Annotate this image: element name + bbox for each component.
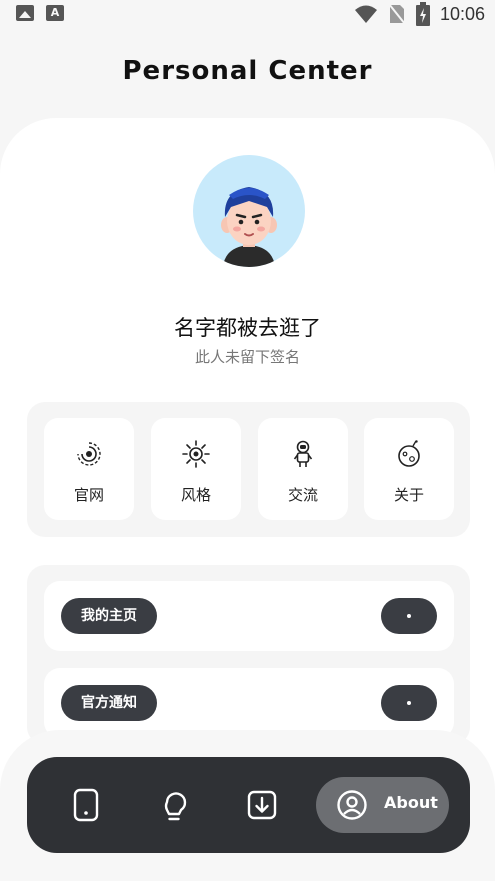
battery-icon <box>415 2 430 26</box>
list-item-homepage-label: 我的主页 <box>61 598 157 634</box>
shortcut-community[interactable]: 交流 <box>258 418 348 520</box>
user-circle-icon <box>337 790 367 820</box>
shortcut-style-label: 风格 <box>180 486 211 504</box>
astronaut-icon <box>293 440 313 467</box>
spiral-galaxy-icon <box>77 442 101 466</box>
nav-about-button[interactable]: About <box>316 777 449 833</box>
status-bar: A 10:06 <box>0 0 495 28</box>
status-time: 10:06 <box>439 3 485 24</box>
avatar[interactable] <box>193 155 305 267</box>
text-notification-icon: A <box>46 5 64 21</box>
profile-signature: 此人未留下签名 <box>194 348 300 366</box>
image-notification-icon <box>16 5 34 21</box>
profile-name: 名字都被去逛了 <box>174 316 321 340</box>
nav-about-label: About <box>384 793 438 812</box>
shortcut-website-label: 官网 <box>73 486 104 504</box>
list-item-notices-label: 官方通知 <box>61 685 157 721</box>
shortcut-about-label: 关于 <box>393 486 424 504</box>
list-item-homepage-button[interactable] <box>381 598 437 634</box>
list-item-notices-button[interactable] <box>381 685 437 721</box>
planet-icon <box>398 440 420 467</box>
no-sim-icon <box>388 3 406 25</box>
phone-icon[interactable] <box>65 784 107 826</box>
download-icon[interactable] <box>241 784 283 826</box>
page-title: Personal Center <box>122 56 373 86</box>
shortcut-style[interactable]: 风格 <box>151 418 241 520</box>
shortcut-about[interactable]: 关于 <box>364 418 454 520</box>
shortcut-website[interactable]: 官网 <box>44 418 134 520</box>
shortcut-community-label: 交流 <box>287 486 318 504</box>
sun-eye-icon <box>182 440 210 468</box>
list-item-notices[interactable]: 官方通知 <box>44 668 454 738</box>
wifi-icon <box>354 5 377 23</box>
bottom-nav: About <box>27 757 470 853</box>
lightbulb-icon[interactable] <box>153 784 195 826</box>
list-item-homepage[interactable]: 我的主页 <box>44 581 454 651</box>
